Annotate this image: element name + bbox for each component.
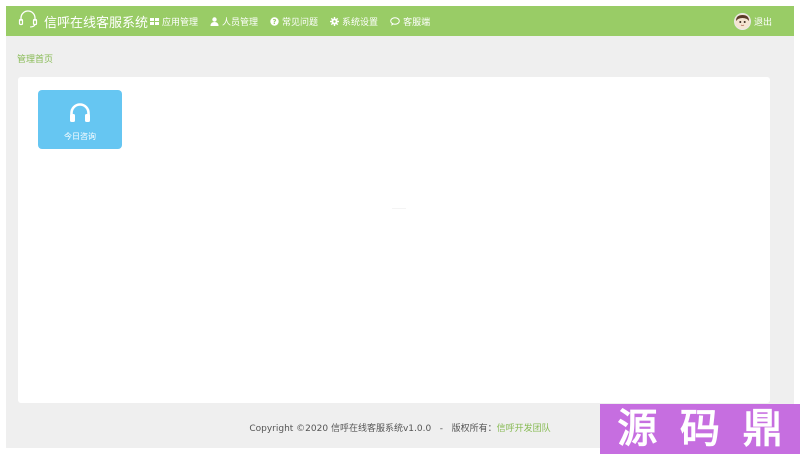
- top-navbar: 信呼在线客服系统 应用管理 人员管理 ? 常见问题 系统设置 客服端 退出: [6, 6, 794, 36]
- nav-item-agent[interactable]: 客服端: [390, 15, 430, 28]
- nav-item-settings[interactable]: 系统设置: [330, 15, 378, 28]
- watermark-char: 源: [617, 406, 658, 452]
- nav-label: 客服端: [403, 17, 431, 28]
- today-consult-tile[interactable]: 今日咨询: [38, 90, 122, 149]
- team-link[interactable]: 信呼开发团队: [497, 424, 551, 434]
- nav-item-users[interactable]: 人员管理: [210, 15, 258, 28]
- headphones-icon: [68, 101, 92, 125]
- grid-icon: [150, 17, 159, 26]
- user-icon: [210, 16, 219, 26]
- copyright-text: Copyright ©2020 信呼在线客服系统v1.0.0: [249, 424, 432, 434]
- rights-label: 版权所有：: [451, 424, 497, 434]
- user-box: 退出: [733, 6, 772, 36]
- gear-icon: [330, 16, 340, 26]
- breadcrumb[interactable]: 管理首页: [17, 52, 53, 65]
- screen: 信呼在线客服系统 应用管理 人员管理 ? 常见问题 系统设置 客服端 退出 管理…: [0, 0, 800, 454]
- headset-icon: [18, 10, 38, 32]
- watermark-char: 码: [679, 406, 720, 452]
- admin-app: 信呼在线客服系统 应用管理 人员管理 ? 常见问题 系统设置 客服端 退出 管理…: [6, 6, 794, 448]
- logout-link[interactable]: 退出: [754, 15, 772, 28]
- main-nav: 应用管理 人员管理 ? 常见问题 系统设置 客服端: [150, 6, 430, 36]
- nav-label: 应用管理: [162, 17, 199, 28]
- nav-label: 常见问题: [282, 17, 319, 28]
- nav-label: 人员管理: [222, 17, 259, 28]
- nav-item-apps[interactable]: 应用管理: [150, 15, 198, 28]
- app-title: 信呼在线客服系统: [44, 15, 149, 31]
- watermark-char: 鼎: [742, 406, 783, 452]
- tile-label: 今日咨询: [64, 132, 96, 141]
- avatar[interactable]: [733, 12, 751, 30]
- question-circle-icon: ?: [270, 16, 279, 26]
- main-content: 今日咨询: [18, 77, 770, 403]
- loading-indicator: [392, 208, 406, 209]
- brand[interactable]: 信呼在线客服系统: [18, 6, 148, 36]
- svg-text:?: ?: [273, 18, 277, 26]
- watermark-logo: 源 码 鼎: [600, 404, 800, 454]
- nav-label: 系统设置: [342, 17, 379, 28]
- footer-separator: -: [439, 424, 444, 434]
- nav-item-faq[interactable]: ? 常见问题: [270, 15, 318, 28]
- chat-bubble-icon: [390, 16, 400, 26]
